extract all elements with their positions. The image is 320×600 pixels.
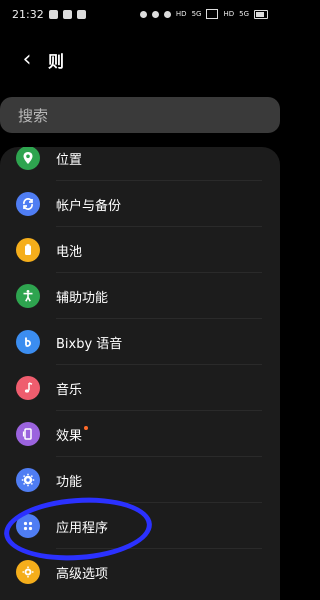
settings-item-label: 音乐 xyxy=(56,382,83,398)
bixby-icon xyxy=(16,330,40,354)
settings-item-label: 应用程序 xyxy=(56,520,109,536)
message-notification-icon xyxy=(62,9,72,19)
status-network-label-4: 5G xyxy=(239,10,249,18)
settings-item-label: 位置 xyxy=(56,152,83,168)
shopping-notification-icon xyxy=(76,9,86,19)
battery-icon xyxy=(16,238,40,262)
search-placeholder: 搜索 xyxy=(18,106,49,125)
status-bar: 21:32 HD 5G HD 5G xyxy=(0,0,280,28)
effects-icon xyxy=(16,422,40,446)
status-network-label-2: 5G xyxy=(191,10,202,18)
new-badge-dot xyxy=(84,426,88,430)
gear-icon xyxy=(16,468,40,492)
settings-item-label: Bixby 语音 xyxy=(56,336,123,352)
settings-item-music[interactable]: 音乐 xyxy=(0,365,280,411)
signal-icon xyxy=(206,9,219,19)
battery-icon xyxy=(254,9,268,19)
settings-item-accessibility[interactable]: 辅助功能 xyxy=(0,273,280,319)
music-note-icon xyxy=(16,376,40,400)
settings-item-battery[interactable]: 电池 xyxy=(0,227,280,273)
wifi-icon xyxy=(163,10,171,18)
settings-header: ‹ 则 xyxy=(0,40,280,80)
status-network-label-1: HD xyxy=(175,10,187,18)
sync-icon xyxy=(16,192,40,216)
settings-item-effects[interactable]: 效果 xyxy=(0,411,280,457)
settings-item-advanced[interactable]: 高级选项 xyxy=(0,549,280,595)
settings-item-label: 帐户与备份 xyxy=(56,198,122,214)
settings-item-location[interactable]: 位置 xyxy=(0,147,280,181)
settings-item-label: 效果 xyxy=(56,428,83,444)
status-network-label-3: HD xyxy=(223,10,235,18)
gallery-notification-icon xyxy=(48,9,58,19)
bluetooth-icon xyxy=(139,10,147,18)
page-title: 则 xyxy=(48,52,65,71)
settings-item-label: 功能 xyxy=(56,474,83,490)
settings-item-features[interactable]: 功能 xyxy=(0,457,280,503)
location-icon xyxy=(16,147,40,170)
apps-grid-icon xyxy=(16,514,40,538)
settings-item-accounts-backup[interactable]: 帐户与备份 xyxy=(0,181,280,227)
settings-item-label: 电池 xyxy=(56,244,83,260)
settings-item-label: 辅助功能 xyxy=(56,290,109,306)
settings-item-bixby[interactable]: Bixby 语音 xyxy=(0,319,280,365)
vibrate-icon xyxy=(151,10,159,18)
status-time: 21:32 xyxy=(12,7,44,21)
chevron-left-icon[interactable]: ‹ xyxy=(14,47,40,73)
status-left: 21:32 xyxy=(12,8,86,21)
advanced-settings-icon xyxy=(16,560,40,584)
search-input[interactable]: 搜索 xyxy=(0,97,280,133)
settings-list: 位置 帐户与备份 电池 辅助功能 Bixby 语音 音乐 效果 功能 应用程序 … xyxy=(0,147,280,600)
settings-item-apps[interactable]: 应用程序 xyxy=(0,503,280,549)
settings-item-label: 高级选项 xyxy=(56,566,109,582)
accessibility-icon xyxy=(16,284,40,308)
status-right: HD 5G HD 5G xyxy=(139,9,268,19)
